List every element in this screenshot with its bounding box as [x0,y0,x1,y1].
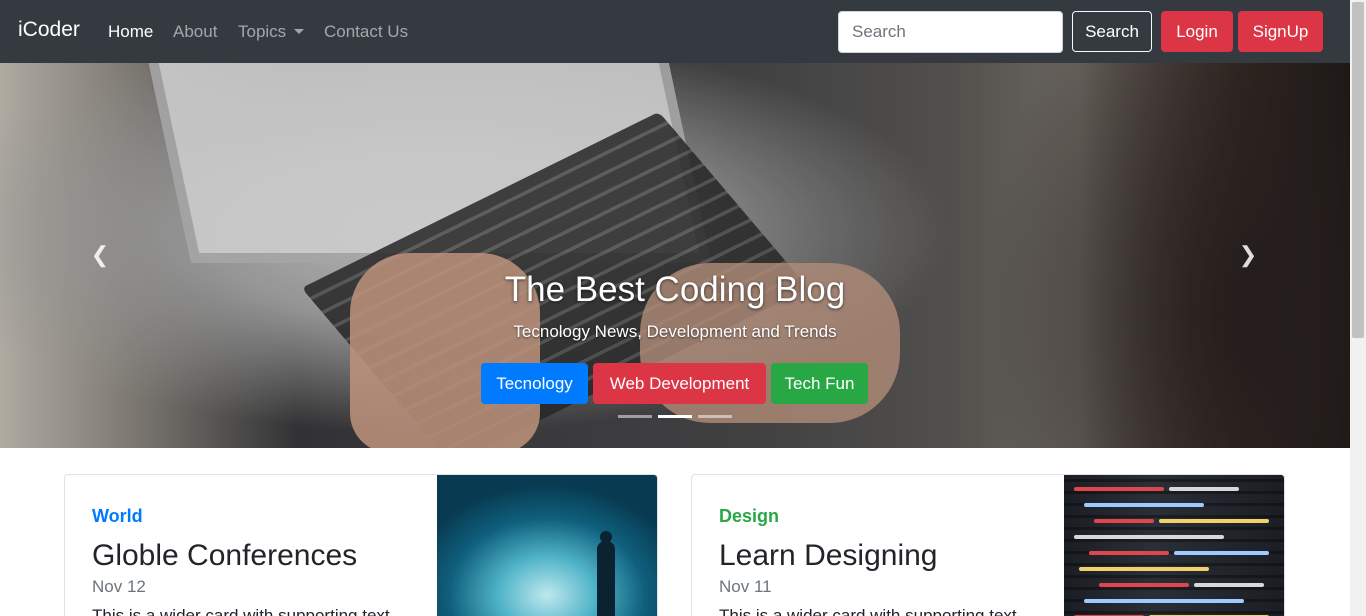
code-line [1074,487,1164,491]
code-line [1159,519,1269,523]
code-line [1084,503,1204,507]
hero-subtitle: Tecnology News, Development and Trends [513,322,837,341]
signup-button[interactable]: SignUp [1238,11,1323,52]
code-line [1194,583,1264,587]
card-image [1064,475,1284,616]
nav-link-home[interactable]: Home [108,22,153,42]
card-text: This is a wider card with supporting tex… [92,606,390,616]
carousel-next-icon[interactable]: ❯ [1238,243,1258,267]
card-design: Design Learn Designing Nov 11 This is a … [691,474,1285,616]
carousel-indicator[interactable] [698,415,732,418]
login-button[interactable]: Login [1161,11,1233,52]
caret-down-icon [294,29,305,34]
brand-logo[interactable]: iCoder [18,18,80,42]
card-title: Learn Designing [719,539,938,572]
code-line [1099,583,1189,587]
carousel-prev-icon[interactable]: ❮ [90,243,110,267]
code-line [1174,551,1269,555]
tech-fun-button[interactable]: Tech Fun [771,363,868,404]
card-world: World Globle Conferences Nov 12 This is … [64,474,658,616]
card-text: This is a wider card with supporting tex… [719,606,1017,616]
nav-link-topics-label: Topics [238,22,287,41]
code-line [1094,519,1154,523]
card-category: Design [719,506,780,526]
code-line [1079,567,1209,571]
code-line [1169,487,1239,491]
carousel-indicator[interactable] [618,415,652,418]
nav-dropdown-topics[interactable]: Topics [238,22,305,42]
card-image [437,475,657,616]
card-date: Nov 12 [92,577,146,596]
card-category: World [92,506,143,526]
hero-title: The Best Coding Blog [504,270,846,309]
nav-link-about[interactable]: About [173,22,217,42]
card-date: Nov 11 [719,577,772,596]
page-scrollbar[interactable] [1350,0,1366,616]
code-line [1074,535,1224,539]
person-silhouette-icon [597,541,615,616]
web-development-button[interactable]: Web Development [593,363,766,404]
technology-button[interactable]: Tecnology [481,363,588,404]
scrollbar-thumb[interactable] [1352,2,1364,338]
code-line [1084,599,1244,603]
navbar: iCoder Home About Topics Contact Us Sear… [0,0,1350,63]
card-title: Globle Conferences [92,539,358,572]
search-button[interactable]: Search [1072,11,1152,52]
carousel-indicator-active[interactable] [658,415,692,418]
search-input[interactable] [838,11,1063,53]
nav-link-contact[interactable]: Contact Us [324,22,408,42]
hero-carousel: ❮ ❯ The Best Coding Blog Tecnology News,… [0,63,1350,448]
code-line [1089,551,1169,555]
